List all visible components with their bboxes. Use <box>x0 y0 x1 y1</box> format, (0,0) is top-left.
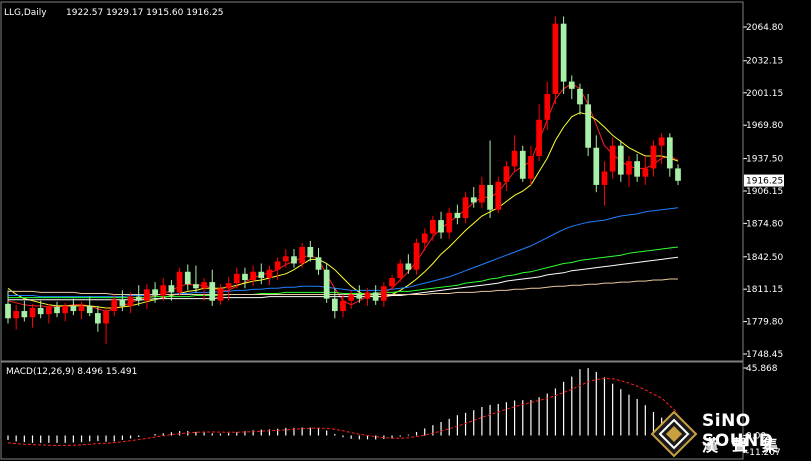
price-tick-label: 1748.45 <box>746 350 783 360</box>
candle <box>258 263 265 285</box>
candle <box>54 301 60 318</box>
candle <box>282 249 289 268</box>
candle <box>650 140 657 177</box>
candle <box>438 211 444 239</box>
candle <box>544 81 551 131</box>
candle <box>389 274 395 291</box>
candle <box>315 247 322 275</box>
candle <box>250 265 256 287</box>
ma-line-green <box>8 246 679 299</box>
candle <box>454 204 461 225</box>
candle <box>184 264 191 291</box>
diamond-logo-icon <box>650 410 698 458</box>
candle <box>536 104 542 162</box>
candle <box>413 238 420 275</box>
logo-chinese-text: 漢聲集 <box>702 436 793 455</box>
candle <box>552 16 559 105</box>
candle <box>601 161 608 206</box>
price-tick-label: 1969.80 <box>746 121 783 131</box>
ma-line-yellow <box>7 112 679 309</box>
chart-title: LLG,Daily <box>4 8 47 18</box>
candle <box>568 75 575 100</box>
candle <box>13 304 20 330</box>
ma-line-red <box>7 83 679 312</box>
candle <box>372 285 379 305</box>
candle <box>634 153 641 182</box>
candle <box>479 176 485 208</box>
candle <box>430 215 436 241</box>
price-tick-label: 1779.80 <box>746 318 783 328</box>
price-tick-label: 1811.15 <box>746 285 783 295</box>
candle <box>593 135 600 193</box>
candle <box>242 267 248 289</box>
candle <box>446 207 453 239</box>
candle <box>119 290 126 312</box>
candle <box>70 298 77 316</box>
candle <box>577 83 583 115</box>
candle <box>299 242 306 268</box>
candle <box>528 145 534 185</box>
candle <box>380 282 387 307</box>
chart-canvas[interactable]: 45.8680.00-11.207 2064.802032.152001.151… <box>0 0 811 461</box>
sino-sound-logo: SiNO SOUND 漢聲集 <box>648 408 811 461</box>
candle <box>675 164 681 185</box>
price-tick-label: 2064.80 <box>746 23 783 33</box>
candle <box>642 156 649 185</box>
candlestick-series <box>5 16 681 345</box>
price-tick-label: 1906.15 <box>746 187 783 197</box>
candle <box>217 284 224 305</box>
candle <box>193 265 199 293</box>
candle <box>176 267 183 296</box>
candle <box>503 161 510 192</box>
candle <box>511 135 518 172</box>
price-tick-label: 1874.80 <box>746 219 783 229</box>
price-tick-label: 1842.50 <box>746 253 783 263</box>
price-axis: 2064.80 2032.15 2001.15 1969.80 1937.50 1906.… <box>743 23 784 360</box>
candle <box>168 280 175 301</box>
last-price-label: 1916.25 <box>746 177 783 187</box>
ohlc-readout: 1922.57 1929.17 1915.60 1916.25 <box>66 8 223 18</box>
candle <box>585 93 591 157</box>
candle <box>103 307 109 345</box>
candle <box>626 156 632 188</box>
macd-label: MACD(12,26,9) 8.496 15.491 <box>6 367 137 377</box>
candle <box>323 263 330 303</box>
candle <box>266 265 273 286</box>
macd-tick-label: 45.868 <box>746 364 778 374</box>
candle <box>421 228 428 252</box>
price-tick-label: 2032.15 <box>746 57 783 67</box>
candle <box>519 145 526 182</box>
chart-frame <box>0 1 744 460</box>
candle <box>29 303 36 328</box>
moving-average-lines <box>7 83 679 312</box>
candle <box>495 176 502 213</box>
price-tick-label: 1937.50 <box>746 155 783 165</box>
price-tick-label: 2001.15 <box>746 89 783 99</box>
candle <box>609 137 616 179</box>
candle <box>291 249 297 268</box>
candle <box>209 269 216 306</box>
candle <box>364 288 371 306</box>
ma-line-blue <box>8 207 679 298</box>
macd-signal-line <box>7 377 679 446</box>
ma-line-tan <box>8 278 678 295</box>
candle <box>487 140 493 219</box>
candle <box>405 254 412 274</box>
candle <box>560 16 567 94</box>
candle <box>617 140 624 182</box>
candle <box>307 240 314 262</box>
candle <box>666 133 673 177</box>
candle <box>144 284 150 309</box>
candle <box>201 277 207 301</box>
candle <box>462 192 469 224</box>
